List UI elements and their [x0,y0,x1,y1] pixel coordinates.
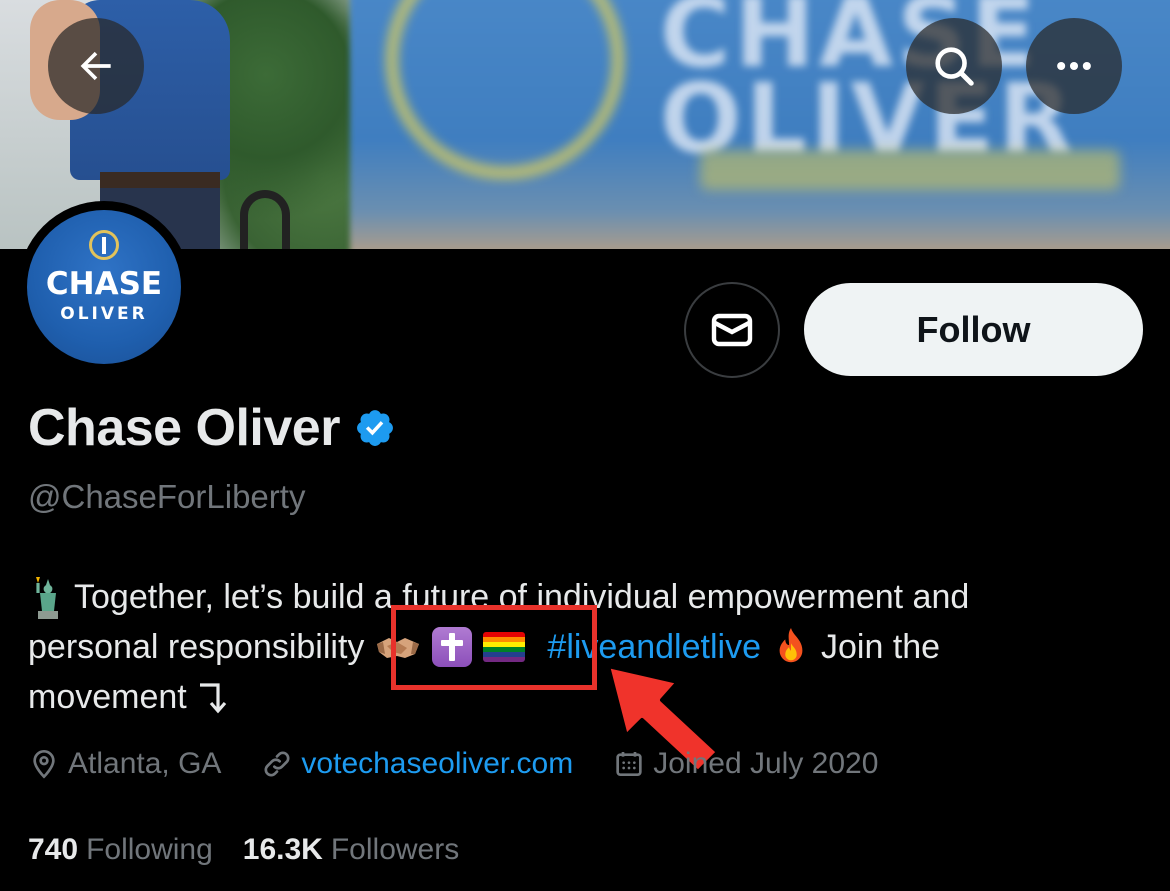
following-link[interactable]: 740 Following [28,833,213,867]
location-pin-icon [33,749,55,779]
banner-sign-subtext [700,150,1120,190]
statue-of-liberty-icon [36,577,58,619]
bio-text-2: personal responsibility [28,628,365,666]
profile-meta-row: Atlanta, GA votechaseoliver.com Joined J… [28,747,878,781]
avatar[interactable]: CHASE OLIVER [18,201,190,373]
profile-banner[interactable]: CHASE OLIVER [0,0,1170,249]
display-name: Chase Oliver [28,399,340,457]
search-button[interactable] [906,18,1002,114]
avatar-logo-word-2: OLIVER [60,304,148,324]
verified-badge-icon[interactable] [354,407,396,449]
profile-counts: 740 Following 16.3K Followers [28,833,459,867]
corner-arrow-icon [199,683,226,714]
arrow-left-icon [80,51,111,81]
fire-icon [779,628,803,663]
envelope-icon [711,313,753,347]
location-item: Atlanta, GA [28,747,221,781]
location-text: Atlanta, GA [68,747,222,780]
annotation-highlight-box [391,605,597,690]
bio-text-3: movement [28,678,187,716]
followers-label: Followers [330,833,460,866]
more-horizontal-icon [1057,61,1091,71]
bio-text-join: Join the [821,628,941,666]
calendar-icon [616,752,642,776]
avatar-logo-word-1: CHASE [45,266,163,302]
joined-text: Joined July 2020 [653,747,879,780]
torch-logo-icon [89,230,119,260]
following-label: Following [86,833,213,866]
follow-button[interactable]: Follow [804,283,1143,376]
following-count: 740 [28,833,79,866]
message-button[interactable] [684,282,780,378]
avatar-logo: CHASE OLIVER [27,210,181,364]
search-icon [935,47,974,86]
website-link[interactable]: votechaseoliver.com [301,747,573,781]
followers-count: 16.3K [242,833,323,866]
followers-link[interactable]: 16.3K Followers [243,833,459,867]
link-icon [264,751,290,777]
back-button[interactable] [48,18,144,114]
profile-handle: @ChaseForLiberty [28,478,306,515]
website-item[interactable]: votechaseoliver.com [261,747,573,781]
profile-name-row: Chase Oliver [28,398,396,458]
banner-railing [240,190,290,249]
more-options-button[interactable] [1026,18,1122,114]
joined-item: Joined July 2020 [613,747,878,781]
